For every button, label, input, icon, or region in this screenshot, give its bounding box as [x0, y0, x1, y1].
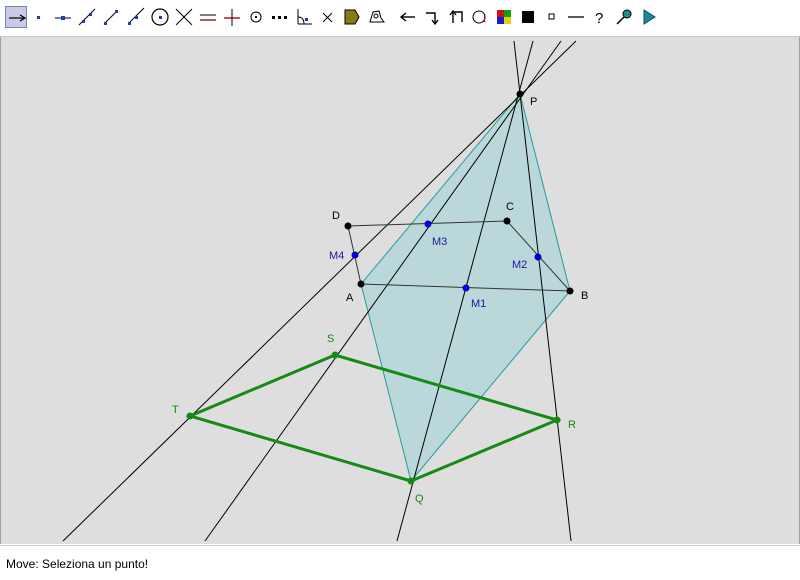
ray-tool[interactable] [124, 6, 146, 28]
redo-tool[interactable] [421, 6, 443, 28]
parallelogram-qrst[interactable] [185, 353, 562, 483]
info-tool[interactable]: ! [469, 6, 491, 28]
move-arrow-icon [9, 14, 27, 22]
midpoint-icon [250, 11, 262, 23]
point-label-a: A [346, 292, 354, 304]
intersection-tool[interactable] [173, 6, 195, 28]
point-label-t: T [172, 404, 179, 416]
ray-icon [128, 7, 145, 25]
point-m4[interactable] [351, 251, 359, 259]
small-square-tool[interactable] [541, 6, 563, 28]
back-tool[interactable] [445, 6, 467, 28]
point-label-m3: M3 [432, 236, 447, 248]
point-c[interactable] [503, 217, 511, 225]
point-label-m2: M2 [512, 259, 527, 271]
redo-icon [426, 12, 439, 26]
animation-tool[interactable] [638, 6, 660, 28]
color-tool[interactable] [493, 6, 515, 28]
small-square-icon [548, 13, 555, 20]
dotted-line-tool[interactable] [269, 6, 291, 28]
segment-icon [104, 10, 118, 25]
point-m3[interactable] [424, 220, 432, 228]
left-arrow-icon [399, 12, 415, 22]
status-text: Move: Seleziona un punto! [6, 557, 149, 571]
point-t[interactable] [186, 412, 194, 420]
line-icon [78, 8, 96, 26]
black-square-tool[interactable] [517, 6, 539, 28]
geometry-figure[interactable]: P A B C D M1 M2 M3 M4 Q R S T [1, 37, 800, 544]
point-label-s: S [327, 333, 334, 345]
point-label-b: B [581, 290, 588, 302]
fill-tool[interactable] [341, 6, 363, 28]
point-on-line-tool[interactable] [52, 6, 74, 28]
point-s[interactable] [331, 351, 339, 359]
point-label-d: D [332, 210, 340, 222]
midpoint-tool[interactable] [245, 6, 267, 28]
help-tool[interactable]: ? [589, 6, 611, 28]
point-label-q: Q [415, 493, 424, 505]
point-b[interactable] [566, 287, 574, 295]
point-label-r: R [568, 419, 576, 431]
parallel-icon [200, 14, 216, 21]
drawing-canvas[interactable]: P A B C D M1 M2 M3 M4 Q R S T [0, 37, 800, 544]
hide-tool[interactable] [613, 6, 635, 28]
point-tool[interactable] [28, 6, 50, 28]
cross-icon [322, 12, 333, 23]
info-icon: ! [472, 10, 486, 25]
status-bar: Move: Seleziona un punto! [0, 545, 800, 580]
intersection-icon [175, 8, 193, 26]
toolbar: !? [0, 0, 800, 37]
line-tool[interactable] [76, 6, 98, 28]
point-a[interactable] [357, 280, 365, 288]
point-m1[interactable] [462, 284, 470, 292]
parallel-tool[interactable] [197, 6, 219, 28]
point-q[interactable] [407, 477, 415, 485]
angle-icon [297, 9, 312, 25]
point-icon [37, 16, 40, 19]
play-icon [643, 9, 656, 25]
move-tool[interactable] [5, 6, 27, 28]
point-p[interactable] [516, 90, 524, 98]
point-label-c: C [506, 201, 514, 213]
back-icon [449, 9, 463, 23]
question-icon: ? [595, 10, 603, 27]
segment-tool[interactable] [100, 6, 122, 28]
fill-icon [344, 9, 360, 25]
delete-tool[interactable] [317, 6, 339, 28]
color-palette-icon [497, 10, 511, 24]
svg-text:?: ? [595, 10, 603, 27]
undo-tool[interactable] [397, 6, 419, 28]
dash-tool[interactable] [565, 6, 587, 28]
measure-tool[interactable] [365, 6, 387, 28]
point-on-line-icon [55, 16, 71, 20]
svg-text:!: ! [483, 14, 486, 25]
point-label-m4: M4 [329, 250, 344, 262]
point-r[interactable] [553, 416, 561, 424]
point-d[interactable] [344, 222, 352, 230]
circle-tool[interactable] [149, 6, 171, 28]
measure-icon [369, 10, 385, 23]
point-label-m1: M1 [471, 298, 486, 310]
point-label-p: P [530, 96, 537, 108]
point-m2[interactable] [534, 253, 542, 261]
dash-icon [568, 16, 584, 18]
perpendicular-tool[interactable] [221, 6, 243, 28]
hide-icon [616, 9, 632, 25]
dotted-line-icon [272, 16, 287, 19]
circle-icon [151, 8, 169, 26]
perpendicular-icon [224, 9, 240, 26]
black-square-icon [522, 11, 534, 23]
angle-tool[interactable] [293, 6, 315, 28]
